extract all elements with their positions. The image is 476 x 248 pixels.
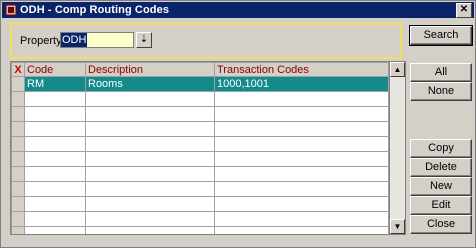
search-button[interactable]: Search: [409, 25, 473, 46]
cell-description[interactable]: [85, 181, 215, 197]
scroll-down-icon[interactable]: ▼: [390, 219, 405, 234]
row-marker[interactable]: [11, 76, 25, 92]
cell-transaction-codes[interactable]: [214, 196, 389, 212]
cell-code[interactable]: [24, 181, 86, 197]
cell-code[interactable]: [24, 91, 86, 107]
filter-panel: Property ODH ⇣: [10, 23, 402, 59]
property-input[interactable]: ODH: [60, 32, 134, 48]
edit-button[interactable]: Edit: [410, 196, 472, 215]
cell-description[interactable]: [85, 91, 215, 107]
cell-code[interactable]: [24, 226, 86, 234]
close-window-icon[interactable]: ✕: [456, 3, 472, 18]
row-marker[interactable]: [11, 151, 25, 167]
close-button[interactable]: Close: [410, 215, 472, 234]
property-dropdown-button[interactable]: ⇣: [136, 32, 152, 48]
row-marker[interactable]: [11, 211, 25, 227]
table-row[interactable]: [11, 226, 389, 234]
property-value: ODH: [61, 33, 88, 47]
table-row[interactable]: [11, 91, 389, 107]
cell-transaction-codes[interactable]: [214, 166, 389, 182]
cell-code[interactable]: [24, 196, 86, 212]
table-row[interactable]: [11, 196, 389, 212]
row-marker[interactable]: [11, 106, 25, 122]
cell-description[interactable]: [85, 196, 215, 212]
cell-description[interactable]: [85, 226, 215, 234]
cell-transaction-codes[interactable]: [214, 211, 389, 227]
cell-transaction-codes[interactable]: [214, 136, 389, 152]
comp-routing-codes-window: ODH - Comp Routing Codes ✕ Property ODH …: [0, 0, 476, 248]
routing-codes-table: X Code Description Transaction Codes RM …: [11, 62, 389, 234]
cell-description[interactable]: Rooms: [85, 76, 215, 92]
cell-transaction-codes[interactable]: [214, 151, 389, 167]
all-button[interactable]: All: [410, 63, 472, 82]
cell-code[interactable]: [24, 166, 86, 182]
table-row[interactable]: [11, 211, 389, 227]
cell-description[interactable]: [85, 136, 215, 152]
table-row[interactable]: RM Rooms 1000,1001: [11, 76, 389, 92]
property-label: Property: [20, 35, 62, 47]
row-marker[interactable]: [11, 181, 25, 197]
table-row[interactable]: [11, 136, 389, 152]
cell-transaction-codes[interactable]: [214, 106, 389, 122]
cell-code[interactable]: [24, 136, 86, 152]
vertical-scrollbar[interactable]: ▲ ▼: [389, 61, 406, 235]
table-row[interactable]: [11, 151, 389, 167]
row-marker[interactable]: [11, 166, 25, 182]
cell-description[interactable]: [85, 121, 215, 137]
table-row[interactable]: [11, 166, 389, 182]
table-row[interactable]: [11, 181, 389, 197]
marker-column-header[interactable]: X: [11, 62, 25, 77]
delete-button[interactable]: Delete: [410, 158, 472, 177]
column-header-description[interactable]: Description: [85, 62, 215, 77]
window-title: ODH - Comp Routing Codes: [20, 4, 170, 16]
copy-button[interactable]: Copy: [410, 139, 472, 158]
cell-transaction-codes[interactable]: [214, 121, 389, 137]
scroll-up-icon[interactable]: ▲: [390, 62, 405, 77]
table-header-row: X Code Description Transaction Codes: [11, 62, 389, 77]
arrow-down-icon: ⇣: [139, 34, 149, 45]
column-header-code[interactable]: Code: [24, 62, 86, 77]
cell-transaction-codes[interactable]: [214, 91, 389, 107]
new-button[interactable]: New: [410, 177, 472, 196]
cell-description[interactable]: [85, 211, 215, 227]
app-icon: [5, 4, 17, 16]
cell-transaction-codes[interactable]: 1000,1001: [214, 76, 389, 92]
none-button[interactable]: None: [410, 82, 472, 101]
row-marker[interactable]: [11, 136, 25, 152]
table-row[interactable]: [11, 106, 389, 122]
row-marker[interactable]: [11, 121, 25, 137]
cell-code[interactable]: [24, 211, 86, 227]
title-bar[interactable]: ODH - Comp Routing Codes ✕: [2, 2, 474, 18]
cell-code[interactable]: [24, 121, 86, 137]
table-row[interactable]: [11, 121, 389, 137]
cell-description[interactable]: [85, 151, 215, 167]
cell-code[interactable]: [24, 106, 86, 122]
row-marker[interactable]: [11, 196, 25, 212]
cell-code[interactable]: RM: [24, 76, 86, 92]
cell-transaction-codes[interactable]: [214, 226, 389, 234]
cell-description[interactable]: [85, 166, 215, 182]
row-marker[interactable]: [11, 91, 25, 107]
cell-transaction-codes[interactable]: [214, 181, 389, 197]
cell-description[interactable]: [85, 106, 215, 122]
row-marker[interactable]: [11, 226, 25, 234]
cell-code[interactable]: [24, 151, 86, 167]
routing-codes-grid: X Code Description Transaction Codes RM …: [10, 61, 390, 235]
column-header-transaction-codes[interactable]: Transaction Codes: [214, 62, 389, 77]
